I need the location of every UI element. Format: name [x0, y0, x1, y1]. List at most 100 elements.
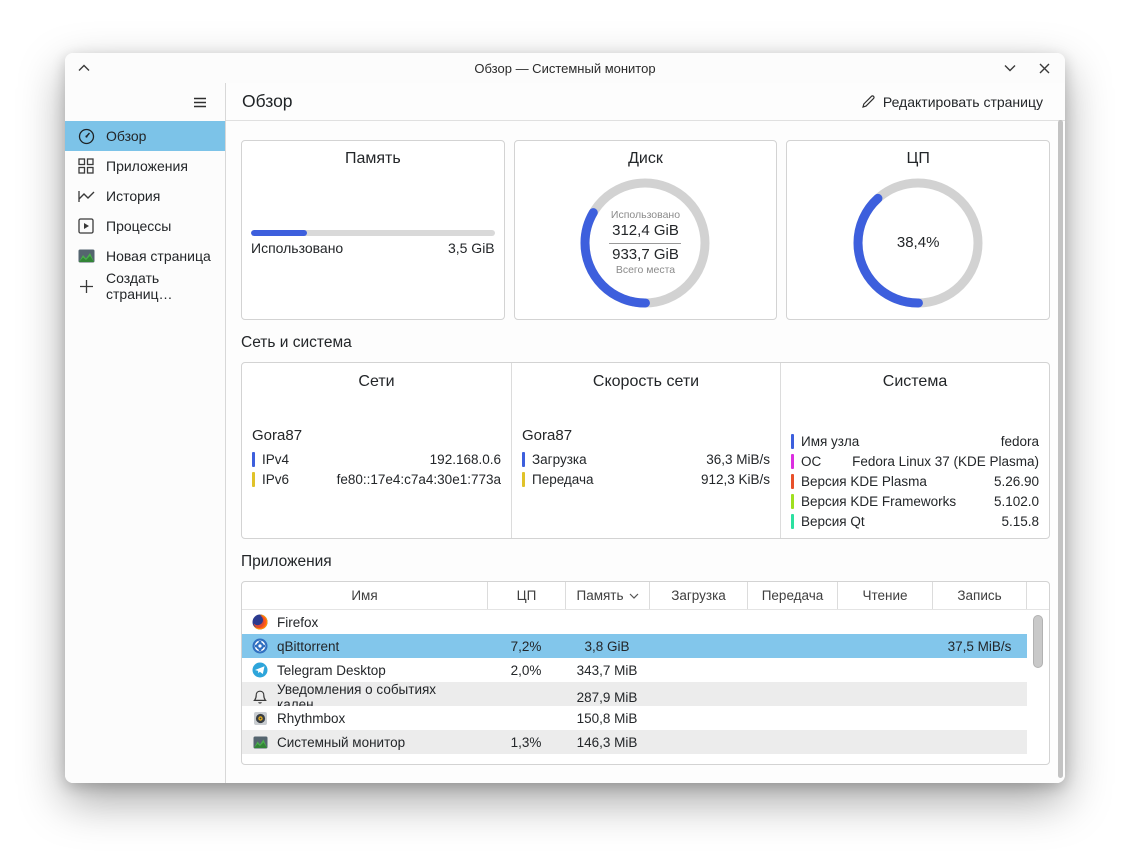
- table-row[interactable]: Rhythmbox 150,8 MiB: [242, 706, 1049, 730]
- table-row[interactable]: Firefox: [242, 610, 1049, 634]
- disk-card: Диск Использовано 312,4 GiB 933,7 GiB Вс…: [513, 140, 778, 320]
- network-speed-title: Скорость сети: [592, 373, 700, 390]
- plus-icon: [77, 277, 95, 295]
- grid-icon: [77, 157, 95, 175]
- sidebar-item-processes[interactable]: Процессы: [65, 211, 225, 241]
- sensor-row-frameworks-version: Версия KDE Frameworks 5.102.0: [791, 491, 1039, 511]
- sidebar-item-history[interactable]: История: [65, 181, 225, 211]
- download-cell: [649, 706, 747, 730]
- upload-cell: [747, 634, 837, 658]
- system-column: Система Имя узла fedora ОС Fedora Linux …: [780, 363, 1049, 538]
- memory-cell: 150,8 MiB: [565, 706, 649, 730]
- download-color-marker: [522, 451, 525, 467]
- app-name: Telegram Desktop: [277, 662, 386, 678]
- titlebar[interactable]: Обзор — Системный монитор: [65, 53, 1065, 83]
- sidebar-item-applications[interactable]: Приложения: [65, 151, 225, 181]
- disk-used-value: 312,4 GiB: [612, 221, 679, 239]
- system-title: Система: [882, 373, 948, 390]
- sensor-label: Передача: [532, 471, 594, 487]
- sensor-label: Имя узла: [801, 433, 860, 449]
- chevron-down-icon: [1004, 64, 1016, 72]
- read-cell: [837, 610, 932, 634]
- sensor-label: Версия KDE Frameworks: [801, 493, 957, 509]
- column-header-name[interactable]: Имя: [242, 582, 487, 609]
- sidebar-item-label: Новая страница: [106, 248, 211, 264]
- sensor-row-os: ОС Fedora Linux 37 (KDE Plasma): [791, 451, 1039, 471]
- column-header-write[interactable]: Запись: [932, 582, 1027, 609]
- sysmon-icon: [252, 734, 268, 750]
- download-cell: [649, 634, 747, 658]
- table-row[interactable]: Telegram Desktop 2,0% 343,7 MiB: [242, 658, 1049, 682]
- sidebar-item-new-page[interactable]: Новая страница: [65, 241, 225, 271]
- network-group-name: Gora87: [522, 427, 573, 444]
- sensor-value: fedora: [1000, 433, 1039, 449]
- memory-card-title: Память: [344, 150, 401, 167]
- window-title: Обзор — Системный монитор: [474, 60, 656, 76]
- download-cell: [649, 730, 747, 754]
- memory-cell: 3,8 GiB: [565, 634, 649, 658]
- page-toolbar: Обзор Редактировать страницу: [226, 83, 1065, 121]
- plasma-color-marker: [791, 473, 794, 489]
- column-header-cpu[interactable]: ЦП: [487, 582, 565, 609]
- sidebar-item-label: Процессы: [106, 218, 172, 234]
- table-scrollbar-thumb[interactable]: [1033, 615, 1043, 668]
- rhythmbox-icon: [252, 710, 268, 726]
- column-header-read[interactable]: Чтение: [837, 582, 932, 609]
- memory-cell: 343,7 MiB: [565, 658, 649, 682]
- app-name: Firefox: [277, 614, 319, 630]
- main-area: Обзор Редактировать страницу Память Испо…: [226, 83, 1065, 783]
- sidebar-item-label: Создать страниц…: [106, 270, 173, 302]
- column-header-memory[interactable]: Память: [565, 582, 649, 609]
- edit-page-button[interactable]: Редактировать страницу: [855, 93, 1049, 111]
- history-chart-icon: [77, 187, 95, 205]
- sidebar-item-create-page[interactable]: Создать страниц…: [65, 270, 225, 302]
- telegram-icon: [252, 662, 268, 678]
- disk-used-label: Использовано: [610, 208, 681, 221]
- memory-cell: 146,3 MiB: [565, 730, 649, 754]
- column-header-download[interactable]: Загрузка: [649, 582, 747, 609]
- fraction-divider: [609, 242, 682, 244]
- network-system-card: Сети Gora87 IPv4 192.168.0.6 IPv6 fe80::…: [241, 362, 1050, 539]
- cpu-cell: 2,0%: [487, 658, 565, 682]
- table-row-selected[interactable]: qBittorrent 7,2% 3,8 GiB 37,5 MiB/s: [242, 634, 1049, 658]
- qbittorrent-icon: [252, 638, 268, 654]
- upload-cell: [747, 706, 837, 730]
- close-window-button[interactable]: [1031, 55, 1057, 81]
- sensor-row-upload: Передача 912,3 KiB/s: [522, 469, 770, 489]
- table-row[interactable]: Системный монитор 1,3% 146,3 MiB: [242, 730, 1049, 754]
- cpu-card-title: ЦП: [906, 150, 930, 167]
- sensor-row-qt-version: Версия Qt 5.15.8: [791, 511, 1039, 531]
- app-name: Системный монитор: [277, 734, 406, 750]
- cpu-cell: 7,2%: [487, 634, 565, 658]
- write-cell: [932, 730, 1027, 754]
- sidebar-item-overview[interactable]: Обзор: [65, 121, 225, 151]
- sensor-value: Fedora Linux 37 (KDE Plasma): [852, 453, 1039, 469]
- memory-cell: [565, 610, 649, 634]
- write-cell: [932, 658, 1027, 682]
- write-cell: [932, 706, 1027, 730]
- processes-icon: [77, 217, 95, 235]
- networks-title: Сети: [358, 373, 395, 390]
- cpu-cell: [487, 706, 565, 730]
- app-name: qBittorrent: [277, 638, 340, 654]
- table-row[interactable]: Уведомления о событиях кален… 287,9 MiB: [242, 682, 1049, 712]
- download-cell: [649, 610, 747, 634]
- ipv6-color-marker: [252, 471, 255, 487]
- hostname-color-marker: [791, 433, 794, 449]
- page-scrollbar[interactable]: [1058, 120, 1063, 778]
- gauge-icon: [77, 127, 95, 145]
- hamburger-menu-button[interactable]: [187, 89, 213, 115]
- sensor-row-ipv4: IPv4 192.168.0.6: [252, 449, 501, 469]
- network-section-title: Сеть и система: [241, 334, 352, 351]
- sort-chevron-down-icon: [629, 593, 639, 599]
- sensor-value: 912,3 KiB/s: [700, 471, 770, 487]
- cpu-usage-value: 38,4%: [896, 233, 940, 251]
- column-header-upload[interactable]: Передача: [747, 582, 837, 609]
- sensor-label: Версия Qt: [801, 513, 865, 529]
- minimize-window-button[interactable]: [997, 55, 1023, 81]
- applications-table: Имя ЦП Память Загрузка Передача Чтение З…: [241, 581, 1050, 765]
- sidebar-item-label: История: [106, 188, 161, 204]
- network-speed-column: Скорость сети Gora87 Загрузка 36,3 MiB/s…: [511, 363, 780, 538]
- disk-card-title: Диск: [628, 150, 663, 167]
- sensor-label: IPv6: [262, 471, 290, 487]
